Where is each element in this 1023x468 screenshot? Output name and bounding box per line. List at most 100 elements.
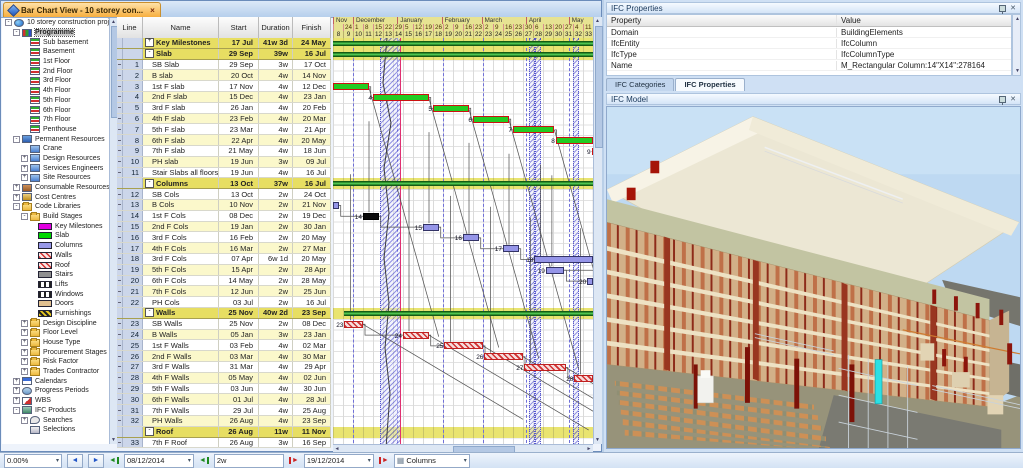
view-mode-combo[interactable]: ▦ Columns▾: [394, 454, 470, 468]
task-bar[interactable]: 8: [556, 137, 593, 144]
collapse-icon[interactable]: -: [145, 427, 154, 436]
table-row[interactable]: 24B Walls05 Jan3w23 Jan: [117, 330, 331, 341]
table-row[interactable]: 195th F Cols15 Apr2w28 Apr: [117, 265, 331, 276]
table-row[interactable]: 97th F slab21 May4w18 Jun: [117, 146, 331, 157]
next-button[interactable]: ►: [88, 454, 104, 468]
expand-icon[interactable]: +: [21, 358, 28, 365]
tree-item-columns[interactable]: Columns: [2, 241, 109, 251]
progress-percent-combo[interactable]: 0.00%▾: [4, 454, 62, 468]
section-row[interactable]: -Slab29 Sep39w16 Jul: [117, 49, 331, 60]
summary-bar[interactable]: [333, 41, 593, 46]
table-row[interactable]: 152nd F Cols19 Jan2w30 Jan: [117, 222, 331, 233]
jump-to-end-icon[interactable]: ►: [289, 457, 299, 464]
task-bar[interactable]: 6: [473, 116, 509, 123]
tree-item-3rd-floor[interactable]: 3rd Floor: [2, 76, 109, 86]
scroll-up-icon[interactable]: ▲: [594, 17, 601, 25]
tree-item-4th-floor[interactable]: 4th Floor: [2, 86, 109, 96]
collapse-icon[interactable]: -: [145, 308, 154, 317]
table-row[interactable]: 174th F Cols16 Mar2w27 Mar: [117, 243, 331, 254]
task-bar[interactable]: 23: [344, 321, 363, 328]
expand-icon[interactable]: +: [21, 165, 28, 172]
table-row[interactable]: 32PH Walls26 Aug4w23 Sep: [117, 416, 331, 427]
table-row[interactable]: 75th F slab23 Mar4w21 Apr: [117, 124, 331, 135]
jump-to-end-icon[interactable]: ►: [379, 457, 389, 464]
tree-item-ifc-products[interactable]: -IFC Products: [2, 406, 109, 416]
tab-ifc-properties[interactable]: IFC Properties: [675, 78, 744, 91]
collapse-icon[interactable]: -: [13, 203, 20, 210]
task-bar[interactable]: 17: [503, 245, 519, 252]
tree-item-crane[interactable]: Crane: [2, 144, 109, 154]
close-panel-icon[interactable]: ✕: [1010, 95, 1016, 103]
close-panel-icon[interactable]: ✕: [1010, 4, 1016, 12]
properties-scrollbar[interactable]: ▲ ▼: [1012, 14, 1021, 76]
expand-icon[interactable]: +: [13, 184, 20, 191]
task-bar[interactable]: [333, 83, 369, 90]
tree-item-basement[interactable]: Basement: [2, 47, 109, 57]
tree-item-roof[interactable]: Roof: [2, 260, 109, 270]
table-row[interactable]: 251st F Walls03 Feb4w02 Mar: [117, 340, 331, 351]
table-row[interactable]: 64th F slab23 Feb4w20 Mar: [117, 114, 331, 125]
collapse-icon[interactable]: -: [145, 179, 154, 188]
table-row[interactable]: 13B Cols10 Nov2w21 Nov: [117, 200, 331, 211]
tree-item-furnishings[interactable]: Furnishings: [2, 309, 109, 319]
table-row[interactable]: 262nd F Walls03 Mar4w30 Mar: [117, 351, 331, 362]
summary-bar[interactable]: [344, 311, 593, 316]
tree-item-programme[interactable]: -Programme: [2, 28, 109, 38]
tree-item-doors[interactable]: Doors: [2, 299, 109, 309]
task-bar[interactable]: 26: [484, 353, 523, 360]
table-row[interactable]: 217th F Cols12 Jun2w25 Jun: [117, 286, 331, 297]
tree-item-wbs[interactable]: +WBS: [2, 396, 109, 406]
expand-icon[interactable]: +: [21, 349, 28, 356]
expand-icon[interactable]: +: [21, 339, 28, 346]
gantt-vscroll-thumb[interactable]: [595, 26, 603, 148]
expand-icon[interactable]: +: [21, 329, 28, 336]
table-row[interactable]: 10PH slab19 Jun3w09 Jul: [117, 157, 331, 168]
ifc-model-viewport[interactable]: [606, 106, 1021, 449]
tree-item-sub-basement[interactable]: Sub basement: [2, 37, 109, 47]
ifc-model-3d-view[interactable]: [607, 107, 1020, 448]
task-bar[interactable]: 18: [534, 256, 593, 263]
table-row[interactable]: 2B slab20 Oct4w14 Nov: [117, 70, 331, 81]
section-row[interactable]: -Columns13 Oct37w16 Jul: [117, 178, 331, 189]
tree-item-windows[interactable]: Windows: [2, 289, 109, 299]
tree-item-lifts[interactable]: Lifts: [2, 280, 109, 290]
tree-item-key-milestones[interactable]: Key Milestones: [2, 221, 109, 231]
section-row[interactable]: +Key Milestones17 Jul41w 3d24 May: [117, 38, 331, 49]
section-row[interactable]: -Walls25 Nov40w 2d23 Sep: [117, 308, 331, 319]
table-row[interactable]: 11Stair Slabs all floors19 Jun4w16 Jul: [117, 168, 331, 179]
task-bar[interactable]: 27: [524, 364, 565, 371]
task-bar[interactable]: 15: [423, 224, 439, 231]
table-row[interactable]: 23SB Walls25 Nov2w08 Dec: [117, 319, 331, 330]
table-row[interactable]: 22PH Cols03 Jul2w16 Jul: [117, 297, 331, 308]
task-bar[interactable]: 28: [574, 375, 593, 382]
summary-bar[interactable]: [333, 52, 593, 57]
tree-item-penthouse[interactable]: Penthouse: [2, 125, 109, 135]
column-header-duration[interactable]: Duration: [259, 17, 293, 38]
task-bar[interactable]: 16: [463, 234, 479, 241]
expand-icon[interactable]: +: [13, 378, 20, 385]
expand-icon[interactable]: +: [21, 174, 28, 181]
tree-item-house-type[interactable]: +House Type: [2, 338, 109, 348]
table-row[interactable]: 31st F slab17 Nov4w12 Dec: [117, 81, 331, 92]
expand-icon[interactable]: +: [13, 387, 20, 394]
table-row[interactable]: 42nd F slab15 Dec4w23 Jan: [117, 92, 331, 103]
gantt-vertical-scrollbar[interactable]: ▲ ▼: [593, 17, 602, 444]
tree-item-permanent-resources[interactable]: -Permanent Resources: [2, 134, 109, 144]
table-row[interactable]: 163rd F Cols16 Feb2w20 May: [117, 232, 331, 243]
expand-icon[interactable]: +: [21, 417, 28, 424]
previous-button[interactable]: ◄: [67, 454, 83, 468]
tree-item-consumable-resources[interactable]: +Consumable Resources: [2, 183, 109, 193]
task-bar[interactable]: [333, 202, 339, 209]
tab-bar-chart-view[interactable]: Bar Chart View - 10 storey con... ×: [3, 2, 161, 17]
task-bar[interactable]: 4: [373, 94, 429, 101]
tree-scrollbar[interactable]: ▲ ▼: [109, 18, 117, 444]
expand-icon[interactable]: +: [13, 397, 20, 404]
tree-item-cost-centres[interactable]: +Cost Centres: [2, 192, 109, 202]
property-row[interactable]: IfcEntityIfcColumn: [607, 38, 1011, 49]
column-header-line[interactable]: Line: [117, 17, 143, 38]
expand-icon[interactable]: +: [21, 320, 28, 327]
task-bar[interactable]: 19: [546, 267, 565, 274]
pin-icon[interactable]: [999, 5, 1006, 12]
collapse-icon[interactable]: -: [13, 407, 20, 414]
tree-item-design-resources[interactable]: +Design Resources: [2, 154, 109, 164]
